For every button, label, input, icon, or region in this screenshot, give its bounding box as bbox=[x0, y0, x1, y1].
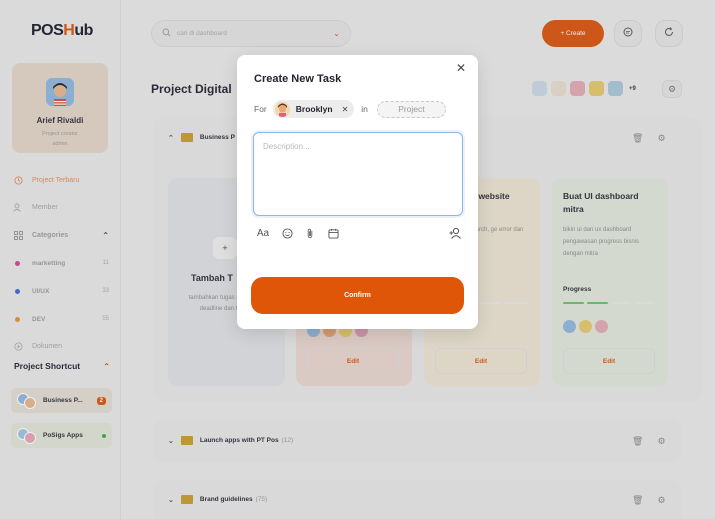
emoji-icon[interactable] bbox=[280, 226, 294, 240]
description-input[interactable] bbox=[253, 132, 463, 216]
assign-row: For Brooklyn ✕ in Project bbox=[254, 100, 446, 118]
calendar-icon[interactable] bbox=[326, 226, 340, 240]
text-format-icon[interactable]: Aa bbox=[255, 226, 271, 240]
in-label: in bbox=[361, 104, 368, 114]
add-person-icon[interactable] bbox=[448, 226, 462, 240]
modal-title: Create New Task bbox=[254, 73, 342, 85]
create-task-modal: Create New Task ✕ For Brooklyn ✕ in Proj… bbox=[237, 55, 478, 329]
close-icon[interactable]: ✕ bbox=[456, 61, 466, 75]
attachment-icon[interactable] bbox=[303, 226, 317, 240]
project-select[interactable]: Project bbox=[376, 100, 446, 118]
confirm-button[interactable]: Confirm bbox=[251, 277, 464, 314]
avatar bbox=[274, 101, 290, 117]
remove-assignee-icon[interactable]: ✕ bbox=[342, 105, 349, 114]
assignee-chip[interactable]: Brooklyn ✕ bbox=[272, 100, 355, 118]
editor-toolbar: Aa bbox=[255, 226, 340, 240]
for-label: For bbox=[254, 104, 267, 114]
